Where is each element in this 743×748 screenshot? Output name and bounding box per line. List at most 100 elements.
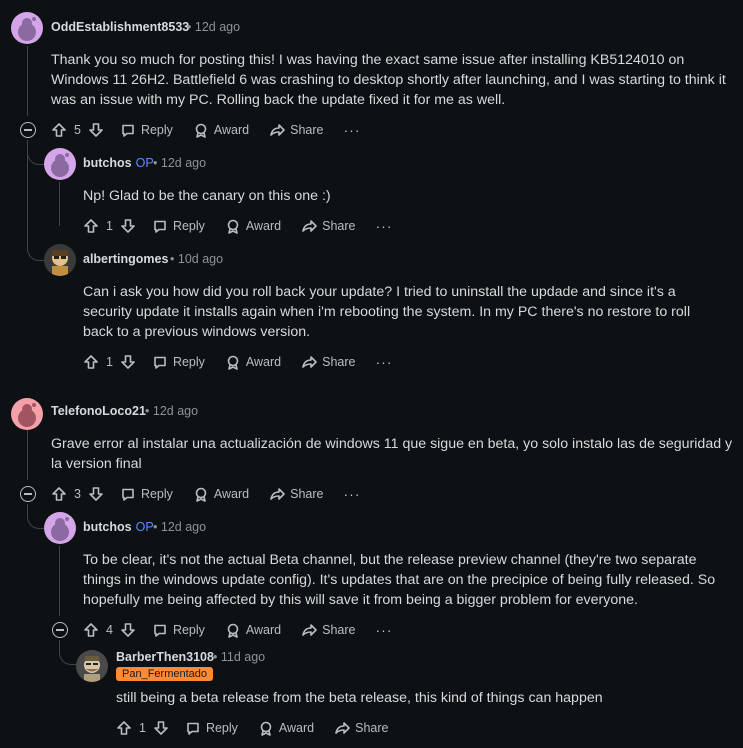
username[interactable]: OddEstablishment8533 <box>51 20 189 34</box>
more-options-button[interactable]: ··· <box>376 218 393 234</box>
username[interactable]: TelefonoLoco21 <box>51 404 146 418</box>
reply-button[interactable]: Reply <box>152 622 205 638</box>
vote-count: 3 <box>74 487 81 501</box>
thread-branch <box>59 640 76 665</box>
reply-icon <box>152 622 168 638</box>
reply-icon <box>185 720 201 736</box>
more-options-button[interactable]: ··· <box>376 354 393 370</box>
op-badge: OP <box>135 520 154 534</box>
share-button[interactable]: Share <box>269 486 324 502</box>
upvote-icon[interactable] <box>83 622 99 638</box>
avatar[interactable] <box>76 650 108 682</box>
award-icon <box>225 622 241 638</box>
comment-actions: 4 Reply Award Share ··· <box>83 618 413 642</box>
award-icon <box>193 122 209 138</box>
reply-icon <box>120 486 136 502</box>
upvote-icon[interactable] <box>51 486 67 502</box>
username[interactable]: albertingomes <box>83 252 168 266</box>
downvote-icon[interactable] <box>88 486 104 502</box>
share-icon <box>269 122 285 138</box>
share-button[interactable]: Share <box>301 354 356 370</box>
username[interactable]: butchos OP <box>83 520 154 534</box>
collapse-icon[interactable] <box>20 122 36 138</box>
reply-button[interactable]: Reply <box>185 720 238 736</box>
more-icon: ··· <box>343 486 361 502</box>
more-options-button[interactable]: ··· <box>376 622 393 638</box>
downvote-icon[interactable] <box>120 354 136 370</box>
time: 11d ago <box>220 650 266 664</box>
downvote-icon[interactable] <box>153 720 169 736</box>
upvote-icon[interactable] <box>116 720 132 736</box>
thread-branch <box>27 236 44 261</box>
more-options-button[interactable]: ··· <box>344 486 361 502</box>
upvote-icon[interactable] <box>83 354 99 370</box>
separator: • <box>213 650 218 664</box>
user-flair: Pan_Fermentado <box>116 667 213 681</box>
award-button[interactable]: Award <box>193 122 249 138</box>
share-button[interactable]: Share <box>334 720 389 736</box>
separator: • <box>187 20 192 34</box>
reply-icon <box>152 218 168 234</box>
more-icon: ··· <box>375 218 393 234</box>
separator: • <box>170 252 175 266</box>
award-button[interactable]: Award <box>258 720 314 736</box>
reply-button[interactable]: Reply <box>120 486 173 502</box>
upvote-icon[interactable] <box>51 122 67 138</box>
more-icon: ··· <box>343 122 361 138</box>
vote-controls: 5 <box>51 122 104 138</box>
vote-count: 1 <box>106 355 113 369</box>
vote-controls: 1 <box>116 720 169 736</box>
award-icon <box>225 218 241 234</box>
thread-line[interactable] <box>27 46 28 116</box>
thread-line[interactable] <box>59 182 60 226</box>
reply-button[interactable]: Reply <box>120 122 173 138</box>
vote-controls: 1 <box>83 218 136 234</box>
comment-actions: 3 Reply Award Share ··· <box>51 482 381 506</box>
vote-controls: 4 <box>83 622 136 638</box>
award-icon <box>193 486 209 502</box>
comment-body: To be clear, it's not the actual Beta ch… <box>83 552 716 608</box>
share-button[interactable]: Share <box>269 122 324 138</box>
collapse-icon[interactable] <box>52 622 68 638</box>
time: 12d ago <box>152 404 199 418</box>
reply-button[interactable]: Reply <box>152 354 205 370</box>
op-badge: OP <box>135 156 154 170</box>
downvote-icon[interactable] <box>120 218 136 234</box>
time: 12d ago <box>160 520 207 534</box>
thread-line[interactable] <box>27 430 28 480</box>
share-icon <box>301 622 317 638</box>
comment-body: Thank you so much for posting this! I wa… <box>51 52 726 108</box>
reply-button[interactable]: Reply <box>152 218 205 234</box>
more-options-button[interactable]: ··· <box>344 122 361 138</box>
comment-timestamp: • 12d ago <box>145 404 198 418</box>
separator: • <box>145 404 150 418</box>
thread-line[interactable] <box>59 546 60 616</box>
avatar[interactable] <box>44 512 76 544</box>
comment-body: Np! Glad to be the canary on this one :) <box>83 188 331 204</box>
avatar[interactable] <box>44 148 76 180</box>
vote-controls: 3 <box>51 486 104 502</box>
reply-icon <box>152 354 168 370</box>
share-icon <box>301 218 317 234</box>
comment-thread: OddEstablishment8533 • 12d ago Thank you… <box>0 0 743 748</box>
share-icon <box>334 720 350 736</box>
collapse-icon[interactable] <box>20 486 36 502</box>
username[interactable]: BarberThen3108 <box>116 650 214 664</box>
avatar[interactable] <box>44 244 76 276</box>
award-button[interactable]: Award <box>225 218 281 234</box>
award-button[interactable]: Award <box>225 622 281 638</box>
downvote-icon[interactable] <box>88 122 104 138</box>
share-icon <box>301 354 317 370</box>
username[interactable]: butchos OP <box>83 156 154 170</box>
avatar[interactable] <box>11 398 43 430</box>
share-button[interactable]: Share <box>301 218 356 234</box>
award-button[interactable]: Award <box>193 486 249 502</box>
downvote-icon[interactable] <box>120 622 136 638</box>
avatar[interactable] <box>11 12 43 44</box>
upvote-icon[interactable] <box>83 218 99 234</box>
award-button[interactable]: Award <box>225 354 281 370</box>
reply-icon <box>120 122 136 138</box>
time: 12d ago <box>194 20 241 34</box>
comment-actions: 1 Reply Award Share ··· <box>83 214 413 238</box>
share-button[interactable]: Share <box>301 622 356 638</box>
